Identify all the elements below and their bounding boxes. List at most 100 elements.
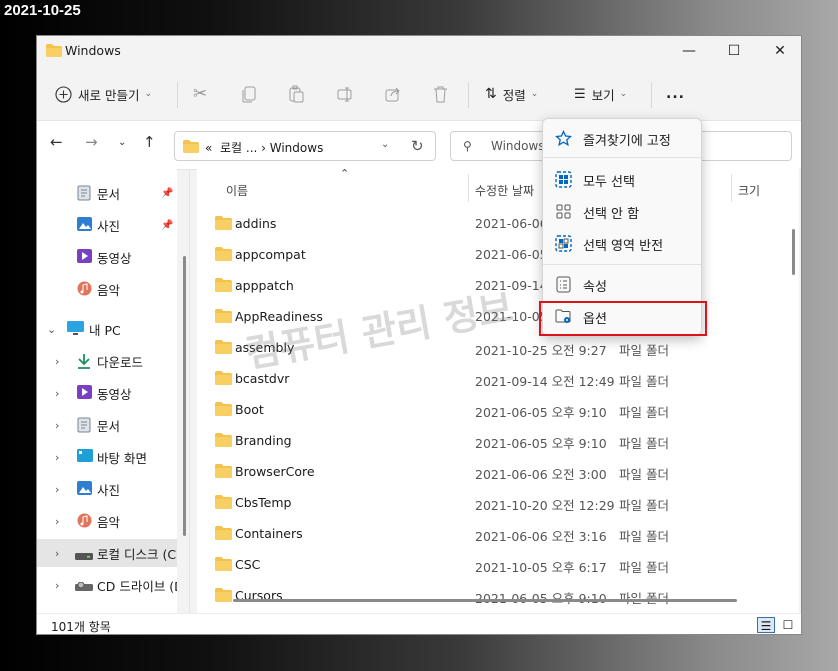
file-row[interactable]: assembly 2021-10-25 오전 9:27 파일 폴더 bbox=[197, 332, 669, 363]
chevron-down-icon[interactable]: ⌄ bbox=[47, 323, 56, 336]
sidebar-item-pictures[interactable]: › 사진 bbox=[37, 475, 177, 503]
sidebar-item-videos[interactable]: › 동영상 bbox=[37, 379, 177, 407]
file-date: 2021-06-06 오전 3:16 bbox=[475, 529, 607, 544]
chevron-right-icon[interactable]: › bbox=[55, 515, 59, 528]
breadcrumb[interactable]: « 로컬 ... › Windows bbox=[205, 139, 323, 156]
column-header-date[interactable]: 수정한 날짜 bbox=[475, 182, 534, 199]
folder-icon bbox=[215, 247, 232, 264]
document-icon bbox=[77, 185, 93, 201]
sidebar-item-label: 음악 bbox=[97, 282, 121, 298]
menu-item-select-none[interactable]: 선택 안 함 bbox=[543, 196, 701, 226]
close-button[interactable]: ✕ bbox=[762, 40, 798, 62]
chevron-right-icon[interactable]: › bbox=[55, 547, 59, 560]
paste-button[interactable] bbox=[289, 74, 305, 114]
up-arrow-icon[interactable]: ↑ bbox=[143, 133, 156, 151]
address-history-chevron-icon[interactable]: ⌄ bbox=[381, 139, 389, 150]
pc-icon bbox=[67, 321, 84, 337]
menu-item-select-all[interactable]: 모두 선택 bbox=[543, 164, 701, 194]
chevron-right-icon[interactable]: › bbox=[55, 355, 59, 368]
horizontal-scrollbar[interactable] bbox=[233, 599, 737, 602]
menu-item-properties[interactable]: 속성 bbox=[543, 269, 701, 299]
new-button[interactable]: 새로 만들기 ⌄ bbox=[55, 74, 152, 114]
sidebar-item-this-pc[interactable]: ⌄ 내 PC bbox=[37, 315, 177, 343]
sidebar-item-pictures-quick[interactable]: 사진 📌 bbox=[37, 211, 177, 239]
file-row[interactable]: bcastdvr 2021-09-14 오전 12:49 파일 폴더 bbox=[197, 363, 669, 394]
file-row[interactable]: appcompat 2021-06-05 bbox=[197, 239, 577, 270]
file-row[interactable]: addins 2021-06-06 bbox=[197, 208, 577, 239]
folder-icon bbox=[215, 402, 232, 419]
file-date: 2021-06-05 오후 9:10 bbox=[475, 436, 607, 451]
file-row[interactable]: AppReadiness 2021-10-05 bbox=[197, 301, 577, 332]
forward-arrow-icon[interactable]: → bbox=[85, 133, 98, 151]
recent-locations-chevron-icon[interactable]: ⌄ bbox=[118, 137, 126, 148]
sidebar-item-videos-quick[interactable]: 동영상 bbox=[37, 243, 177, 271]
download-icon bbox=[77, 353, 93, 369]
folder-icon bbox=[215, 495, 232, 512]
column-header-name[interactable]: 이름 bbox=[226, 182, 248, 199]
sidebar-item-music[interactable]: › 음악 bbox=[37, 507, 177, 535]
file-row[interactable]: apppatch 2021-09-14 bbox=[197, 270, 577, 301]
breadcrumb-path[interactable]: 로컬 ... › Windows bbox=[220, 141, 323, 155]
file-name: apppatch bbox=[235, 278, 294, 293]
menu-item-invert-selection[interactable]: 선택 영역 반전 bbox=[543, 228, 701, 258]
invert-selection-icon bbox=[555, 235, 572, 252]
select-all-icon bbox=[555, 171, 572, 188]
file-row[interactable]: Branding 2021-06-05 오후 9:10 파일 폴더 bbox=[197, 425, 669, 456]
sort-ascending-icon: ⌃ bbox=[340, 169, 350, 180]
breadcrumb-overflow[interactable]: « bbox=[205, 141, 212, 155]
folder-icon bbox=[215, 464, 232, 481]
maximize-button[interactable]: ☐ bbox=[716, 40, 752, 62]
view-button[interactable]: ☰ 보기 ⌄ bbox=[574, 74, 627, 114]
more-options-button[interactable]: ... bbox=[666, 74, 685, 114]
navigation-pane: 문서 📌 사진 📌 동영상 음악 ⌄ 내 PC › 다운로드 › 동영상 › 문… bbox=[37, 169, 177, 613]
sidebar-item-cd-drive-d[interactable]: › CD 드라이브 (D bbox=[37, 571, 177, 599]
sidebar-item-label: 문서 bbox=[97, 186, 121, 202]
sidebar-item-downloads[interactable]: › 다운로드 bbox=[37, 347, 177, 375]
sidebar-item-documents-quick[interactable]: 문서 📌 bbox=[37, 179, 177, 207]
file-type: 파일 폴더 bbox=[619, 436, 669, 451]
cut-button[interactable]: ✂ bbox=[193, 74, 207, 114]
refresh-icon[interactable]: ↻ bbox=[411, 137, 424, 155]
chevron-right-icon[interactable]: › bbox=[55, 579, 59, 592]
sort-button[interactable]: ⇅ 정렬 ⌄ bbox=[485, 74, 538, 114]
pane-divider[interactable] bbox=[189, 169, 190, 613]
address-field[interactable]: « 로컬 ... › Windows ⌄ ↻ bbox=[174, 131, 436, 161]
sidebar-item-music-quick[interactable]: 음악 bbox=[37, 275, 177, 303]
file-row[interactable]: Boot 2021-06-05 오후 9:10 파일 폴더 bbox=[197, 394, 669, 425]
chevron-right-icon[interactable]: › bbox=[55, 387, 59, 400]
file-date: 2021-09-14 오전 12:49 bbox=[475, 374, 615, 389]
chevron-right-icon[interactable]: › bbox=[55, 451, 59, 464]
share-button[interactable] bbox=[385, 74, 402, 114]
file-row[interactable]: BrowserCore 2021-06-06 오전 3:00 파일 폴더 bbox=[197, 456, 669, 487]
large-icons-view-icon[interactable]: ☐ bbox=[779, 617, 797, 633]
sidebar-scrollbar[interactable] bbox=[183, 256, 186, 536]
sidebar-item-label: 동영상 bbox=[97, 386, 132, 402]
file-row[interactable]: Cursors2021-06-05 오후 9:10파일 폴더 bbox=[197, 580, 669, 611]
sidebar-item-local-disk-c[interactable]: › 로컬 디스크 (C bbox=[37, 539, 177, 567]
rename-button[interactable] bbox=[337, 74, 354, 114]
back-arrow-icon[interactable]: ← bbox=[50, 133, 63, 151]
sidebar-item-desktop[interactable]: › 바탕 화면 bbox=[37, 443, 177, 471]
item-count: 101개 항목 bbox=[51, 620, 111, 634]
file-row[interactable]: Containers 2021-06-06 오전 3:16 파일 폴더 bbox=[197, 518, 669, 549]
column-divider[interactable] bbox=[468, 174, 469, 202]
menu-item-pin-quick-access[interactable]: 즐겨찾기에 고정 bbox=[543, 123, 701, 153]
file-row[interactable]: CSC 2021-10-05 오후 6:17 파일 폴더 bbox=[197, 549, 669, 580]
file-row[interactable]: CbsTemp 2021-10-20 오전 12:29 파일 폴더 bbox=[197, 487, 669, 518]
chevron-right-icon[interactable]: › bbox=[55, 483, 59, 496]
folder-icon bbox=[215, 216, 232, 233]
minimize-button[interactable]: — bbox=[671, 40, 707, 62]
details-view-icon[interactable]: ☰ bbox=[757, 617, 775, 633]
vertical-scrollbar[interactable] bbox=[792, 229, 795, 275]
file-type: 파일 폴더 bbox=[619, 343, 669, 358]
folder-icon bbox=[215, 340, 232, 357]
file-type: 파일 폴더 bbox=[619, 498, 669, 513]
select-none-icon bbox=[555, 203, 572, 220]
column-header-size[interactable]: 크기 bbox=[738, 182, 760, 199]
copy-button[interactable] bbox=[242, 74, 257, 114]
chevron-right-icon[interactable]: › bbox=[55, 419, 59, 432]
column-divider[interactable] bbox=[731, 174, 732, 202]
delete-button[interactable] bbox=[433, 74, 448, 114]
sidebar-item-documents[interactable]: › 문서 bbox=[37, 411, 177, 439]
folder-icon bbox=[215, 588, 232, 605]
